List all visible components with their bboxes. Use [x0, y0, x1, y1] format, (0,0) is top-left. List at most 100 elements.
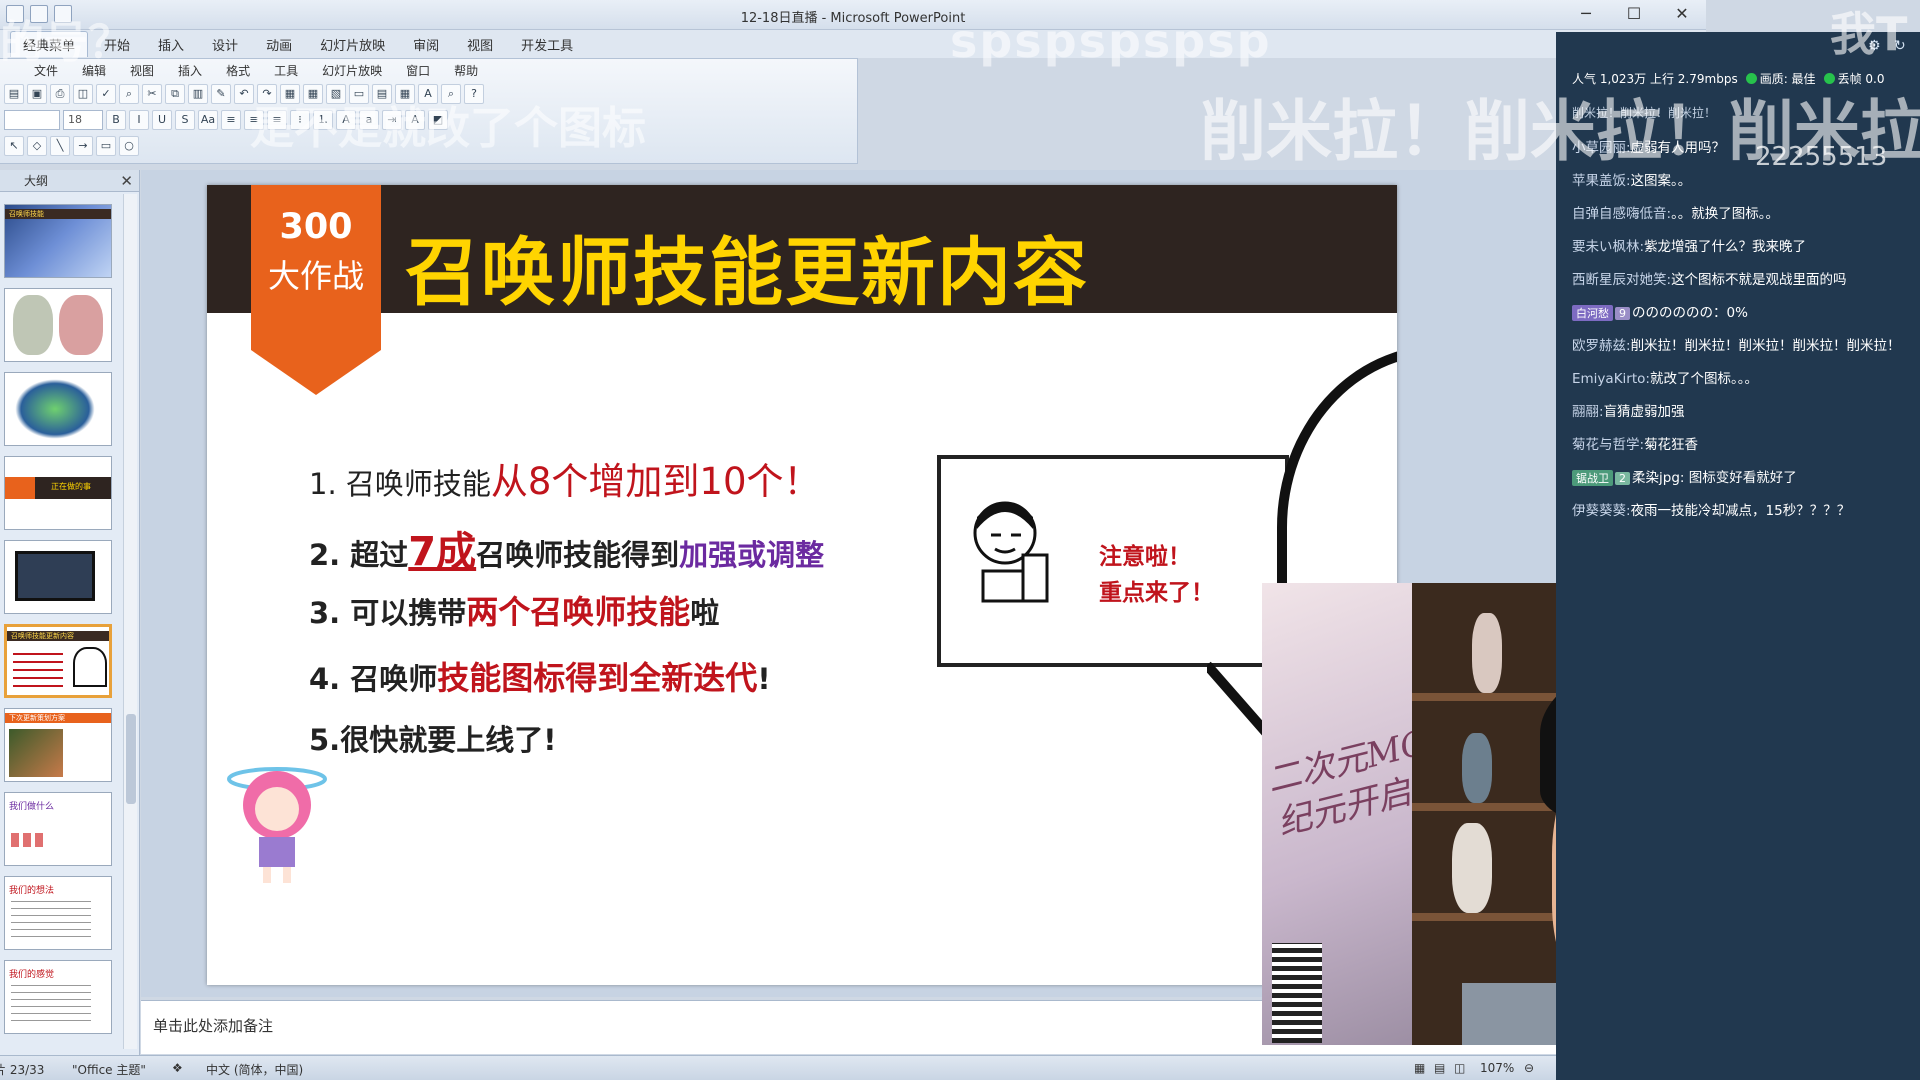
tab-outline[interactable]: 大纲	[16, 172, 56, 189]
redo-icon[interactable]: ↷	[257, 84, 277, 104]
tab-review[interactable]: 审阅	[401, 32, 451, 57]
line-icon[interactable]: ╲	[50, 136, 70, 156]
slide-thumbnail[interactable]	[4, 540, 112, 614]
format-painter-icon[interactable]: ✎	[211, 84, 231, 104]
menu-view[interactable]: 视图	[120, 60, 164, 81]
chat-message: 伊葵葵葵:夜雨一技能冷却减点，15秒？？？？	[1572, 503, 1851, 519]
italic-button[interactable]: I	[129, 110, 149, 130]
align-right-icon[interactable]: ≡	[267, 110, 287, 130]
tab-view[interactable]: 视图	[455, 32, 505, 57]
slide-thumbnail[interactable]: 我们的感觉	[4, 960, 112, 1034]
shadow-button[interactable]: S	[175, 110, 195, 130]
badge-subtitle: 大作战	[267, 257, 364, 295]
change-case-button[interactable]: Aa	[198, 110, 218, 130]
tab-developer[interactable]: 开发工具	[509, 32, 585, 57]
menu-tools[interactable]: 工具	[264, 60, 308, 81]
align-left-icon[interactable]: ≡	[221, 110, 241, 130]
status-dot-icon	[1823, 73, 1835, 84]
rectangle-icon[interactable]: ▭	[96, 136, 116, 156]
zoom-out-icon[interactable]: ⊖	[1524, 1061, 1534, 1075]
font-size-select[interactable]: 18	[63, 110, 103, 130]
view-reading-icon[interactable]: ◫	[1454, 1061, 1465, 1075]
minimize-button[interactable]: ─	[1562, 0, 1610, 28]
open-icon[interactable]: ▤	[4, 84, 24, 104]
menu-insert[interactable]: 插入	[168, 60, 212, 81]
cut-icon[interactable]: ✂	[142, 84, 162, 104]
shapes-icon[interactable]: ◇	[27, 136, 47, 156]
view-normal-icon[interactable]: ▦	[1414, 1061, 1425, 1075]
ribbon-tabs: 经典菜单 开始 插入 设计 动画 幻灯片放映 审阅 视图 开发工具	[0, 30, 1706, 58]
save-icon[interactable]: ▣	[27, 84, 47, 104]
new-slide-icon[interactable]: ▭	[349, 84, 369, 104]
chat-message: 锯战卫 2 柔染jpg: 图标变好看就好了	[1572, 466, 1797, 486]
grid-icon[interactable]: ▦	[395, 84, 415, 104]
paste-icon[interactable]: ▥	[188, 84, 208, 104]
slide-thumbnail-current[interactable]: 召唤师技能更新内容	[4, 624, 112, 698]
bullet-3: 3. 可以携带两个召唤师技能啦	[309, 593, 720, 631]
research-icon[interactable]: ⌕	[119, 84, 139, 104]
help-icon[interactable]: ?	[464, 84, 484, 104]
indent-icon[interactable]: ⇥	[382, 110, 402, 130]
insert-chart-icon[interactable]: ▦	[280, 84, 300, 104]
menu-file[interactable]: 文件	[24, 60, 68, 81]
menu-help[interactable]: 帮助	[444, 60, 488, 81]
pane-scrollbar[interactable]	[123, 194, 137, 1049]
textbox-icon[interactable]: A	[418, 84, 438, 104]
font-color-icon[interactable]: A	[405, 110, 425, 130]
underline-button[interactable]: U	[152, 110, 172, 130]
maximize-button[interactable]: ☐	[1610, 0, 1658, 28]
close-button[interactable]: ✕	[1658, 0, 1706, 28]
refresh-icon[interactable]: ↻	[1894, 38, 1906, 54]
slide-thumbnail[interactable]: 下次更新策划方案	[4, 708, 112, 782]
menu-slideshow[interactable]: 幻灯片放映	[312, 60, 392, 81]
settings-icon[interactable]: ⚙	[1868, 38, 1881, 54]
tab-insert[interactable]: 插入	[146, 32, 196, 57]
tab-design[interactable]: 设计	[200, 32, 250, 57]
spellcheck-icon[interactable]: ✓	[96, 84, 116, 104]
slide-thumbnail[interactable]: 我们的想法	[4, 876, 112, 950]
pane-close-icon[interactable]: ✕	[120, 172, 133, 190]
align-center-icon[interactable]: ≡	[244, 110, 264, 130]
oval-icon[interactable]: ○	[119, 136, 139, 156]
tab-slideshow[interactable]: 幻灯片放映	[308, 32, 397, 57]
slide-thumbnail[interactable]: 正在做的事	[4, 456, 112, 530]
bold-button[interactable]: B	[106, 110, 126, 130]
drawing-toolbar: ↖ ◇ ╲ → ▭ ○	[0, 133, 857, 159]
font-name-select[interactable]	[4, 110, 60, 130]
numbering-icon[interactable]: ⒈	[313, 110, 333, 130]
insert-picture-icon[interactable]: ▧	[326, 84, 346, 104]
formatting-toolbar: 18 B I U S Aa ≡ ≡ ≡ ⁝ ⒈ A a ⇥ A ◩	[0, 107, 857, 133]
copy-icon[interactable]: ⧉	[165, 84, 185, 104]
tab-home[interactable]: 开始	[92, 32, 142, 57]
zoom-icon[interactable]: ⌕	[441, 84, 461, 104]
tab-classic-menu[interactable]: 经典菜单	[10, 31, 89, 57]
design-icon[interactable]: ◩	[428, 110, 448, 130]
menu-format[interactable]: 格式	[216, 60, 260, 81]
print-icon[interactable]: ⎙	[50, 84, 70, 104]
window-controls: ─ ☐ ✕	[1562, 0, 1706, 28]
insert-table-icon[interactable]: ▦	[303, 84, 323, 104]
preview-icon[interactable]: ◫	[73, 84, 93, 104]
layout-icon[interactable]: ▤	[372, 84, 392, 104]
slide-thumbnail[interactable]: 召唤师技能	[4, 204, 112, 278]
scrollbar-thumb[interactable]	[126, 714, 136, 804]
select-icon[interactable]: ↖	[4, 136, 24, 156]
slide-thumbnail[interactable]	[4, 372, 112, 446]
language-status: 中文 (简体，中国)	[206, 1063, 304, 1077]
theme-name: "Office 主题"	[72, 1063, 146, 1077]
grow-font-icon[interactable]: A	[336, 110, 356, 130]
zoom-level[interactable]: 107%	[1480, 1061, 1514, 1075]
slide-thumbnail[interactable]: 我们做什么	[4, 792, 112, 866]
bullets-icon[interactable]: ⁝	[290, 110, 310, 130]
title-bar: 12-18日直播 - Microsoft PowerPoint ─ ☐ ✕	[0, 0, 1706, 30]
undo-icon[interactable]: ↶	[234, 84, 254, 104]
arrow-icon[interactable]: →	[73, 136, 93, 156]
shrink-font-icon[interactable]: a	[359, 110, 379, 130]
menu-edit[interactable]: 编辑	[72, 60, 116, 81]
tab-animation[interactable]: 动画	[254, 32, 304, 57]
menu-window[interactable]: 窗口	[396, 60, 440, 81]
slide-canvas[interactable]: 300 大作战 召唤师技能更新内容 1. 召唤师技能从8个增加到10个！ 2. …	[207, 185, 1397, 985]
bullet-5: 5.很快就要上线了!	[309, 723, 557, 757]
slide-thumbnail[interactable]	[4, 288, 112, 362]
view-sorter-icon[interactable]: ▤	[1434, 1061, 1445, 1075]
